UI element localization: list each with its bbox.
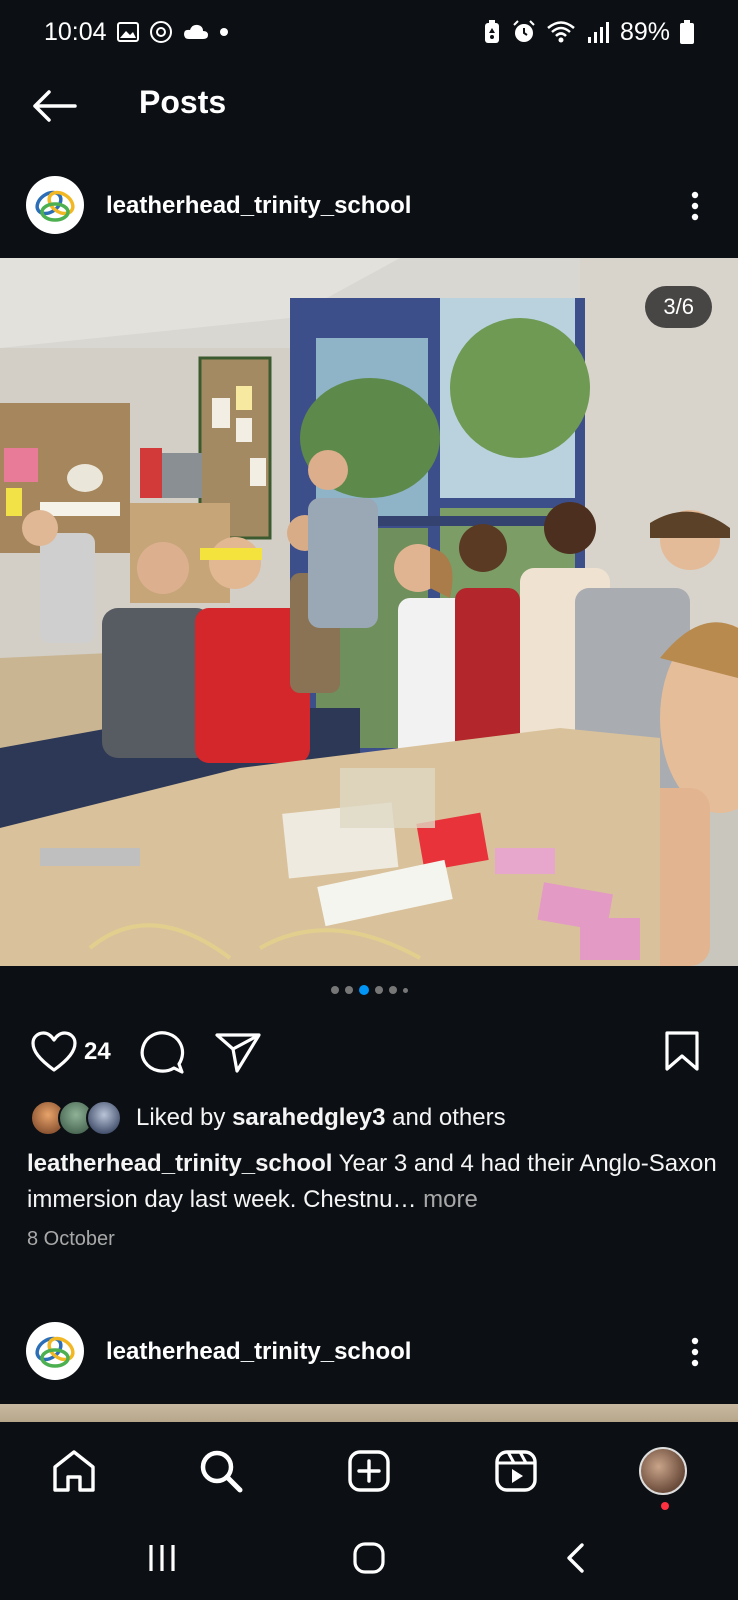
caption-username[interactable]: leatherhead_trinity_school	[27, 1150, 332, 1177]
liked-by-row[interactable]: Liked by sarahedgley3 and others	[30, 1098, 506, 1138]
liked-by-avatars	[30, 1100, 126, 1136]
home-system-button[interactable]	[344, 1538, 394, 1578]
carousel-dot	[344, 986, 353, 994]
reels-icon	[495, 1450, 537, 1492]
next-post-image[interactable]	[0, 1404, 738, 1422]
more-vertical-icon	[691, 1337, 699, 1367]
image-icon	[116, 22, 139, 42]
post-caption: leatherhead_trinity_school Year 3 and 4 …	[27, 1146, 717, 1218]
post-username[interactable]: leatherhead_trinity_school	[106, 1338, 411, 1366]
threads-icon	[149, 20, 173, 44]
back-button[interactable]	[30, 86, 78, 126]
carousel-dot-active	[358, 985, 369, 995]
account-avatar[interactable]	[26, 176, 84, 234]
school-logo-icon	[35, 190, 75, 222]
status-bar: 10:04 89%	[0, 0, 738, 64]
battery-percent: 89%	[619, 17, 670, 46]
share-button[interactable]	[214, 1030, 262, 1074]
add-post-icon	[348, 1450, 390, 1492]
signal-icon	[586, 21, 610, 43]
like-count[interactable]: 24	[84, 1038, 111, 1066]
search-icon	[200, 1450, 243, 1493]
send-icon	[215, 1033, 261, 1073]
liked-by-text: Liked by sarahedgley3 and others	[136, 1104, 506, 1132]
recent-apps-button[interactable]	[137, 1538, 187, 1578]
liked-by-suffix: and others	[392, 1104, 506, 1131]
heart-icon	[31, 1031, 77, 1072]
system-back-button[interactable]	[551, 1538, 601, 1578]
dot-icon	[219, 27, 229, 37]
caption-more-link[interactable]: more	[423, 1186, 478, 1213]
comment-button[interactable]	[138, 1030, 186, 1074]
status-time: 10:04	[44, 17, 107, 46]
cloud-icon	[183, 23, 209, 41]
nav-create[interactable]	[344, 1446, 394, 1496]
post-image[interactable]: 3/6	[0, 258, 738, 966]
carousel-dot	[374, 986, 383, 994]
post-actions: 24	[0, 1024, 738, 1080]
carousel-dot	[388, 986, 397, 994]
post-options-button[interactable]	[680, 1330, 710, 1374]
post-options-button[interactable]	[680, 184, 710, 228]
school-logo-icon	[35, 1336, 75, 1368]
nav-search[interactable]	[196, 1446, 246, 1496]
save-button[interactable]	[660, 1028, 704, 1074]
home-icon	[53, 1450, 95, 1492]
carousel-indicator	[0, 985, 738, 995]
top-bar: Posts	[0, 64, 738, 148]
comment-icon	[140, 1031, 185, 1074]
post-username[interactable]: leatherhead_trinity_school	[106, 192, 411, 220]
like-button[interactable]	[30, 1030, 78, 1074]
profile-avatar	[639, 1447, 687, 1495]
notification-dot	[661, 1502, 669, 1510]
post-header: leatherhead_trinity_school	[0, 168, 738, 244]
back-arrow-icon	[33, 90, 77, 122]
alarm-icon	[512, 20, 536, 44]
battery-icon	[680, 20, 694, 44]
liked-by-prefix: Liked by	[136, 1104, 226, 1131]
bookmark-icon	[665, 1031, 699, 1071]
wifi-icon	[546, 20, 576, 44]
nav-reels[interactable]	[491, 1446, 541, 1496]
classroom-photo	[0, 258, 738, 966]
avatar	[86, 1100, 122, 1136]
carousel-dot	[402, 987, 408, 993]
chevron-left-icon	[567, 1543, 584, 1573]
page-title: Posts	[139, 84, 227, 120]
image-counter: 3/6	[645, 286, 712, 328]
battery-saver-icon	[482, 20, 502, 44]
nav-home[interactable]	[49, 1446, 99, 1496]
account-avatar[interactable]	[26, 1322, 84, 1380]
post-date: 8 October	[27, 1228, 115, 1250]
home-circle-icon	[353, 1542, 385, 1574]
recent-apps-icon	[149, 1545, 175, 1571]
next-post-header: leatherhead_trinity_school	[0, 1314, 738, 1390]
system-navigation-bar	[0, 1518, 738, 1600]
nav-profile[interactable]	[638, 1446, 688, 1496]
bottom-navigation	[0, 1422, 738, 1518]
more-vertical-icon	[691, 191, 699, 221]
carousel-dot	[330, 986, 339, 994]
liked-by-user[interactable]: sarahedgley3	[232, 1104, 385, 1131]
